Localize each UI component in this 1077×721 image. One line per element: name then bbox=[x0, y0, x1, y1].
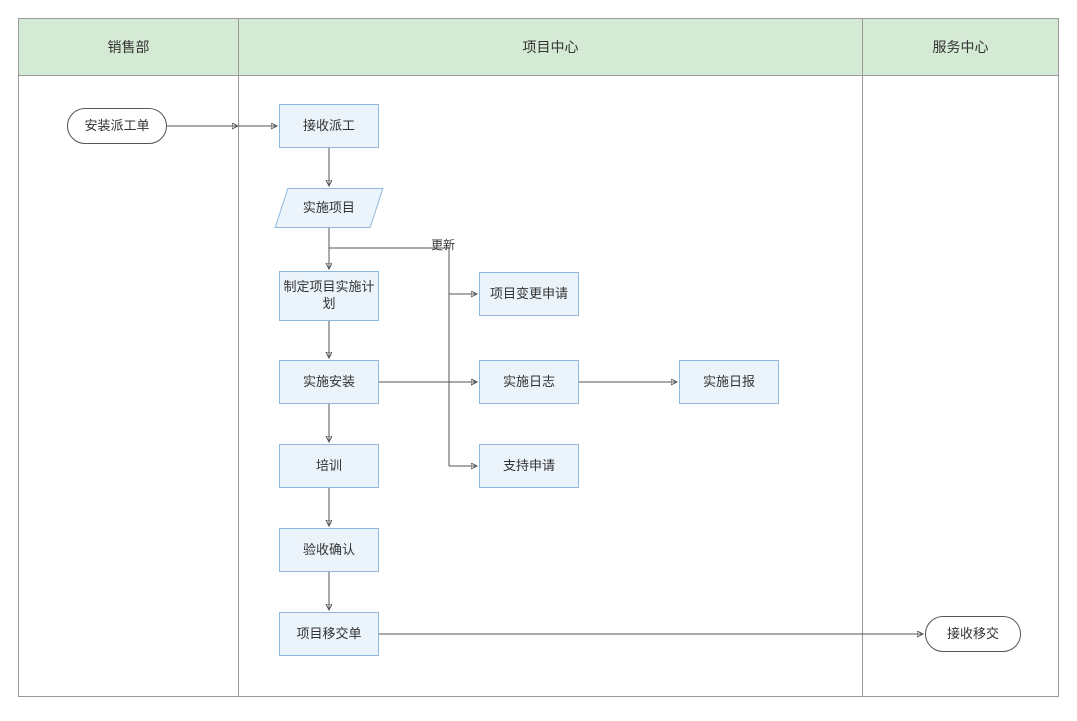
node-acceptance: 验收确认 bbox=[279, 528, 379, 572]
node-label: 安装派工单 bbox=[84, 118, 149, 135]
edge-label-update: 更新 bbox=[431, 236, 455, 253]
swimlane-diagram: 销售部 项目中心 服务中心 安装派工单 bbox=[18, 18, 1059, 697]
lane-title: 销售部 bbox=[108, 39, 150, 55]
node-label: 实施安装 bbox=[303, 374, 355, 391]
node-impl-log: 实施日志 bbox=[479, 360, 579, 404]
lane-service: 接收移交 bbox=[863, 76, 1059, 697]
lane-service-arrows bbox=[863, 76, 1059, 696]
node-label: 制定项目实施计划 bbox=[280, 279, 378, 313]
node-label: 项目变更申请 bbox=[490, 286, 568, 303]
node-label: 实施日志 bbox=[503, 374, 555, 391]
node-impl-daily: 实施日报 bbox=[679, 360, 779, 404]
lane-header-sales: 销售部 bbox=[19, 19, 239, 76]
node-change-request: 项目变更申请 bbox=[479, 272, 579, 316]
node-label: 接收移交 bbox=[947, 626, 999, 643]
node-make-plan: 制定项目实施计划 bbox=[279, 271, 379, 321]
node-training: 培训 bbox=[279, 444, 379, 488]
node-implement-project: 实施项目 bbox=[275, 188, 384, 228]
node-label: 验收确认 bbox=[303, 542, 355, 559]
lane-sales: 安装派工单 bbox=[19, 76, 239, 697]
lane-sales-arrows bbox=[19, 76, 239, 696]
node-receive-handover: 接收移交 bbox=[925, 616, 1021, 652]
lane-title: 服务中心 bbox=[933, 39, 989, 55]
node-dispatch-order: 安装派工单 bbox=[67, 108, 167, 144]
lane-project: 接收派工 实施项目 制定项目实施计划 实施安装 培训 bbox=[239, 76, 863, 697]
node-receive-dispatch: 接收派工 bbox=[279, 104, 379, 148]
node-label: 实施项目 bbox=[303, 200, 355, 217]
node-label: 项目移交单 bbox=[296, 626, 361, 643]
node-install: 实施安装 bbox=[279, 360, 379, 404]
node-label: 接收派工 bbox=[303, 118, 355, 135]
lane-header-service: 服务中心 bbox=[863, 19, 1059, 76]
node-handover: 项目移交单 bbox=[279, 612, 379, 656]
node-support-request: 支持申请 bbox=[479, 444, 579, 488]
node-label: 支持申请 bbox=[503, 458, 555, 475]
node-label: 培训 bbox=[316, 458, 342, 475]
node-label: 实施日报 bbox=[703, 374, 755, 391]
lane-header-project: 项目中心 bbox=[239, 19, 863, 76]
lane-title: 项目中心 bbox=[523, 39, 579, 55]
